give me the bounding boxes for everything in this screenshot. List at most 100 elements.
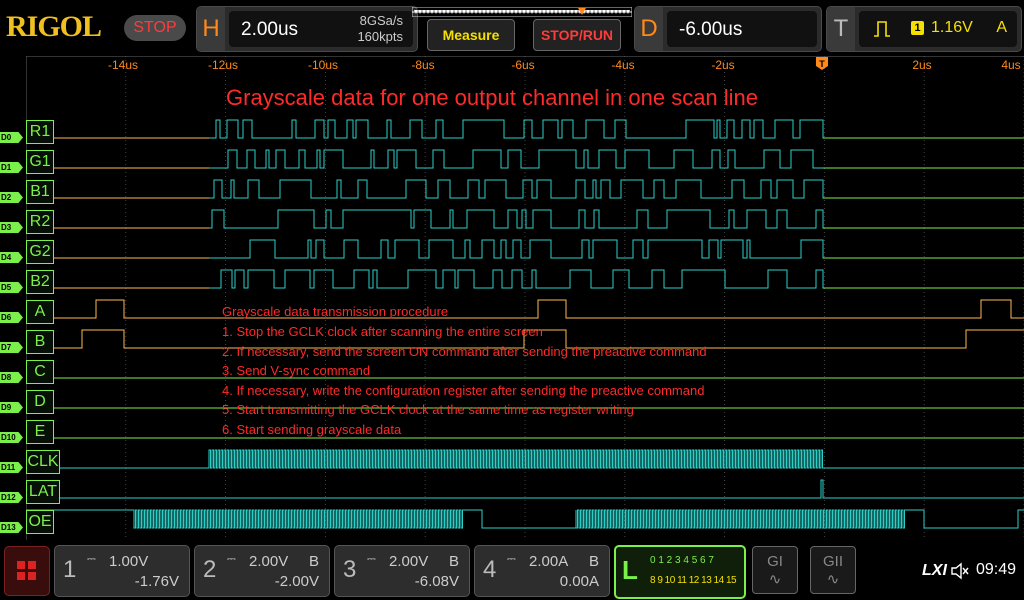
channel-label-clk[interactable]: CLK xyxy=(26,450,60,474)
time-tick-label: -12us xyxy=(207,58,239,72)
dc-coupling-icon: ⎓ xyxy=(367,553,376,565)
time-tick-label: -4us xyxy=(611,58,635,72)
digital-channel-tag[interactable]: D7 xyxy=(0,342,23,353)
waveform-title: Grayscale data for one output channel in… xyxy=(226,85,759,110)
digital-channel-tag[interactable]: D9 xyxy=(0,402,23,413)
menu-button[interactable] xyxy=(4,546,50,596)
memory-position-bar[interactable] xyxy=(412,7,632,17)
digital-channel-tag[interactable]: D10 xyxy=(0,432,23,443)
digital-channel-tag[interactable]: D1 xyxy=(0,162,23,173)
waveform-grid[interactable] xyxy=(26,56,1024,540)
logic-letter: L xyxy=(622,555,638,585)
channel-4-box[interactable]: 4 ⎓ 2.00A B 0.00A xyxy=(474,545,610,597)
delay-letter: D xyxy=(635,7,663,51)
procedure-step: 6. Start sending grayscale data xyxy=(222,422,402,437)
trigger-panel[interactable]: T 1 1.16V A xyxy=(826,6,1022,52)
sine-wave-icon: ∿ xyxy=(768,571,782,588)
trigger-letter: T xyxy=(827,7,855,51)
time-tick-label: 4us xyxy=(1001,58,1021,72)
dc-coupling-icon: ⎓ xyxy=(507,553,516,565)
channel-label-g1[interactable]: G1 xyxy=(26,150,54,174)
top-bar: RIGOL STOP H 2.00us 8GSa/s 160kpts Measu… xyxy=(0,0,1024,56)
digital-channel-tag[interactable]: D12 xyxy=(0,492,23,503)
time-tick-label: -2us xyxy=(711,58,735,72)
channel-label-b[interactable]: B xyxy=(26,330,54,354)
channel-2-box[interactable]: 2 ⎓ 2.00V B -2.00V xyxy=(194,545,330,597)
channel-scale: 1.00V xyxy=(109,553,149,570)
channel-label-b1[interactable]: B1 xyxy=(26,180,54,204)
trigger-readout: 1 1.16V A xyxy=(859,11,1017,47)
generator-2-button[interactable]: GII ∿ xyxy=(810,546,856,594)
channel-label-r2[interactable]: R2 xyxy=(26,210,54,234)
logic-channels-row2: 8 9 10 11 12 13 14 15 xyxy=(650,575,737,586)
trace-b2 xyxy=(209,269,1024,289)
channel-label-e[interactable]: E xyxy=(26,420,54,444)
memory-depth: 160kpts xyxy=(357,29,403,44)
svg-text:T: T xyxy=(819,59,825,69)
digital-channel-tag[interactable]: D2 xyxy=(0,192,23,203)
channel-label-r1[interactable]: R1 xyxy=(26,120,54,144)
delay-panel[interactable]: D -6.00us xyxy=(634,6,822,52)
digital-channel-tag[interactable]: D4 xyxy=(0,252,23,263)
procedure-step: 2. If necessary, send the screen ON comm… xyxy=(222,344,707,359)
channel-number: 4 xyxy=(483,556,497,583)
digital-channel-tag[interactable]: D3 xyxy=(0,222,23,233)
sample-rate: 8GSa/s xyxy=(359,13,403,28)
channel-label-lat[interactable]: LAT xyxy=(26,480,60,504)
stop-run-button[interactable]: STOP/RUN xyxy=(533,19,621,51)
logic-panel[interactable]: L 0 1 2 3 4 5 6 7 8 9 10 11 12 13 14 15 xyxy=(614,545,746,599)
digital-channel-tag[interactable]: D0 xyxy=(0,132,23,143)
channel-label-c[interactable]: C xyxy=(26,360,54,384)
delay-readout: -6.00us xyxy=(667,11,817,47)
trace-r1 xyxy=(209,119,1024,139)
dc-coupling-icon: ⎓ xyxy=(87,553,96,565)
timebase-value: 2.00us xyxy=(241,19,299,40)
channel-label-g2[interactable]: G2 xyxy=(26,240,54,264)
channel-1-box[interactable]: 1 ⎓ 1.00V -1.76V xyxy=(54,545,190,597)
channel-offset: -6.08V xyxy=(414,573,459,590)
bandwidth-limit: B xyxy=(448,553,459,570)
channel-label-b2[interactable]: B2 xyxy=(26,270,54,294)
measure-button[interactable]: Measure xyxy=(427,19,515,51)
trace-a xyxy=(26,299,1024,319)
procedure-step: 1. Stop the GCLK clock after scanning th… xyxy=(222,324,543,339)
time-tick-label: -8us xyxy=(411,58,435,72)
trace-clk xyxy=(26,449,1024,469)
time-tick-label: 2us xyxy=(912,58,932,72)
rigol-logo: RIGOL xyxy=(6,10,102,43)
channel-label-oe[interactable]: OE xyxy=(26,510,54,534)
channel-number: 1 xyxy=(63,556,77,583)
speaker-muted-icon[interactable] xyxy=(950,562,970,580)
lxi-logo: LXI xyxy=(922,562,947,579)
horizontal-readout: 2.00us 8GSa/s 160kpts xyxy=(229,11,413,47)
horizontal-panel[interactable]: H 2.00us 8GSa/s 160kpts xyxy=(196,6,418,52)
digital-channel-tag[interactable]: D11 xyxy=(0,462,23,473)
channel-scale: 2.00V xyxy=(389,553,429,570)
trace-b1 xyxy=(209,179,1024,199)
digital-channel-tag[interactable]: D13 xyxy=(0,522,23,533)
channel-3-box[interactable]: 3 ⎓ 2.00V B -6.08V xyxy=(334,545,470,597)
digital-channel-tag[interactable]: D6 xyxy=(0,312,23,323)
procedure-step: 5. Start transmitting the GCLK clock at … xyxy=(222,402,634,417)
dc-coupling-icon: ⎓ xyxy=(227,553,236,565)
trace-r2 xyxy=(209,209,1024,229)
trigger-position-marker[interactable]: T xyxy=(815,56,829,78)
trigger-mode: A xyxy=(996,19,1007,36)
grid-menu-icon xyxy=(17,561,36,580)
channel-offset: -2.00V xyxy=(274,573,319,590)
trace-g2 xyxy=(209,239,1024,259)
bandwidth-limit: B xyxy=(308,553,319,570)
run-status-badge[interactable]: STOP xyxy=(124,15,186,41)
clock-time: 09:49 xyxy=(976,561,1017,578)
channel-label-a[interactable]: A xyxy=(26,300,54,324)
digital-channel-tag[interactable]: D8 xyxy=(0,372,23,383)
channel-label-d[interactable]: D xyxy=(26,390,54,414)
delay-value: -6.00us xyxy=(679,19,743,40)
bandwidth-limit: B xyxy=(588,553,599,570)
digital-channel-tag[interactable]: D5 xyxy=(0,282,23,293)
generator-1-button[interactable]: GI ∿ xyxy=(752,546,798,594)
bottom-bar: 1 ⎓ 1.00V -1.76V 2 ⎓ 2.00V B -2.00V 3 ⎓ … xyxy=(0,542,1024,600)
procedure-step: 3. Send V-sync command xyxy=(222,363,371,378)
trace-g1 xyxy=(209,149,1024,169)
time-tick-label: -14us xyxy=(107,58,139,72)
